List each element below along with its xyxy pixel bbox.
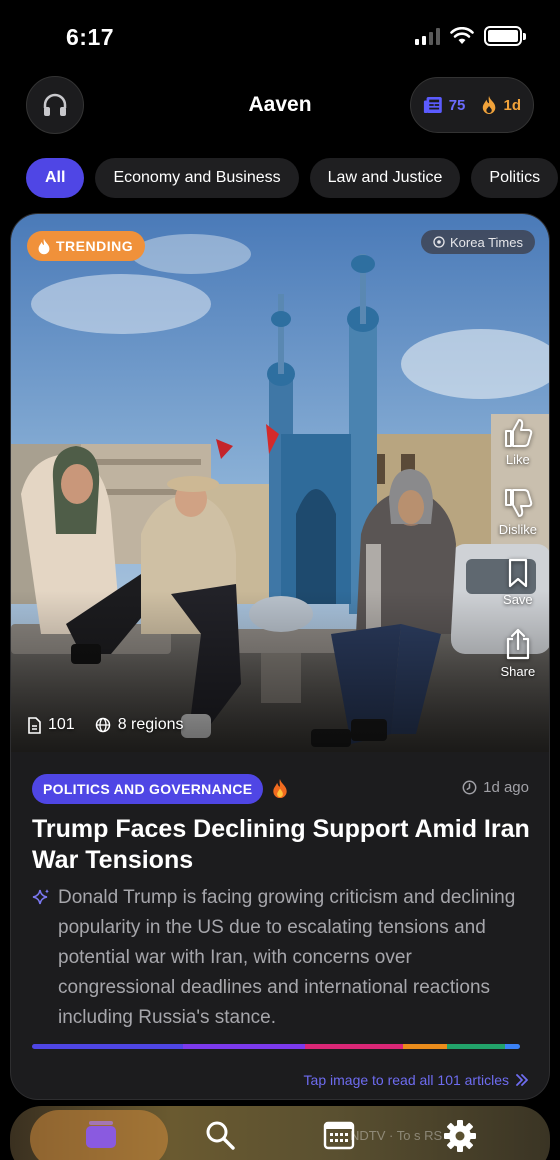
like-button[interactable]: Like xyxy=(502,417,534,467)
thumbs-down-icon xyxy=(504,489,533,517)
newspaper-icon xyxy=(423,96,442,114)
tab-settings[interactable] xyxy=(443,1119,477,1153)
coverage-segment xyxy=(402,1044,447,1049)
filter-chip-law[interactable]: Law and Justice xyxy=(309,158,461,198)
calendar-icon xyxy=(323,1121,355,1150)
globe-icon xyxy=(95,717,110,733)
story-hero-image[interactable]: TRENDING Korea Times Like Dislike Save S… xyxy=(11,214,549,752)
tab-bar: NDTV · To s RS xyxy=(10,1106,550,1160)
wifi-icon xyxy=(450,27,474,44)
cellular-signal-icon xyxy=(415,27,440,45)
filter-chip-all[interactable]: All xyxy=(26,158,85,198)
sparkle-icon xyxy=(32,889,49,905)
tab-feed[interactable] xyxy=(84,1119,118,1151)
article-count: 101 xyxy=(48,716,75,733)
status-icons xyxy=(415,26,526,46)
story-card[interactable]: TRENDING Korea Times Like Dislike Save S… xyxy=(10,213,550,1100)
fire-icon xyxy=(273,778,287,799)
coverage-segment xyxy=(183,1044,306,1049)
story-headline[interactable]: Trump Faces Declining Support Amid Iran … xyxy=(32,814,532,876)
coverage-stats: 101 8 regions xyxy=(27,716,184,734)
gear-icon xyxy=(444,1120,476,1152)
status-bar: 6:17 xyxy=(0,0,560,76)
time-ago-label: 1d ago xyxy=(483,779,529,796)
source-badge[interactable]: Korea Times xyxy=(421,230,535,254)
tabbar-background-text: NDTV · To s RS xyxy=(350,1128,443,1143)
articles-read-count: 75 xyxy=(448,96,466,114)
reading-stats-pill[interactable]: 75 1d xyxy=(410,77,534,133)
published-time: 1d ago xyxy=(462,779,529,796)
coverage-segment xyxy=(32,1044,184,1049)
trending-label: TRENDING xyxy=(56,238,134,254)
story-actions: Like Dislike Save Share xyxy=(499,417,537,679)
read-all-label: Tap image to read all 101 articles xyxy=(303,1072,509,1088)
category-filter-bar: All Economy and Business Law and Justice… xyxy=(26,158,559,198)
battery-icon xyxy=(484,26,526,46)
save-label: Save xyxy=(503,592,533,607)
streak-count: 1d xyxy=(503,96,521,114)
category-badge[interactable]: POLITICS AND GOVERNANCE xyxy=(32,774,264,804)
coverage-segment xyxy=(305,1044,403,1049)
document-icon xyxy=(28,716,41,734)
region-count: 8 regions xyxy=(117,716,184,733)
tab-search[interactable] xyxy=(204,1119,236,1151)
share-label: Share xyxy=(500,664,536,679)
like-label: Like xyxy=(505,452,530,467)
source-name: Korea Times xyxy=(450,234,523,250)
read-all-articles-link[interactable]: Tap image to read all 101 articles xyxy=(304,1072,529,1088)
stack-icon xyxy=(86,1121,116,1148)
dislike-label: Dislike xyxy=(498,522,537,537)
status-time: 6:17 xyxy=(66,24,115,50)
flame-icon xyxy=(483,96,496,114)
flame-icon xyxy=(38,238,50,254)
share-icon xyxy=(506,628,529,660)
ai-summary: Donald Trump is facing growing criticism… xyxy=(58,887,516,1028)
hero-photo xyxy=(11,214,549,752)
filter-chip-politics[interactable]: Politics xyxy=(471,158,559,198)
save-button[interactable]: Save xyxy=(503,557,533,607)
tab-daily[interactable] xyxy=(323,1119,355,1151)
trending-badge: TRENDING xyxy=(27,231,146,261)
share-button[interactable]: Share xyxy=(500,627,536,679)
clock-icon xyxy=(462,780,477,795)
story-details: POLITICS AND GOVERNANCE 1d ago Trump Fac… xyxy=(11,752,549,1099)
source-coverage-bar xyxy=(32,1044,520,1049)
coverage-segment xyxy=(446,1044,506,1049)
double-chevron-right-icon xyxy=(516,1074,528,1086)
source-icon xyxy=(433,236,445,248)
filter-chip-economy[interactable]: Economy and Business xyxy=(95,158,299,198)
coverage-segment xyxy=(505,1044,520,1049)
search-icon xyxy=(206,1121,235,1150)
dislike-button[interactable]: Dislike xyxy=(499,487,537,537)
thumbs-up-icon xyxy=(504,419,533,447)
bookmark-icon xyxy=(508,558,527,588)
